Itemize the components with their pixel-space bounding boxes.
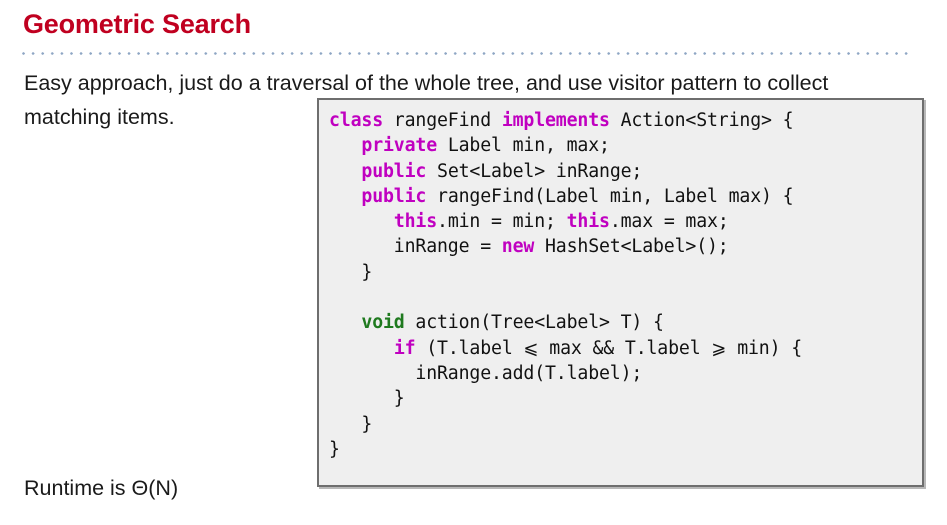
code-token: } (329, 388, 405, 410)
runtime-complexity-note: Runtime is Θ(N) (24, 476, 179, 500)
title-divider (22, 52, 910, 55)
code-token: public (361, 185, 427, 207)
code-token: Action<String> { (609, 110, 794, 131)
code-token: (T.label ⩽ max && T.label ⩾ min) { (415, 337, 802, 359)
code-block: class rangeFind implements Action<String… (317, 98, 924, 487)
code-token: class (329, 110, 383, 131)
code-token: this (393, 211, 438, 233)
code-token: this (566, 211, 610, 233)
code-token: action(Tree<Label> T) { (404, 312, 664, 334)
code-token: .max = max; (609, 211, 729, 233)
code-token: } (329, 413, 373, 435)
code-token: HashSet<Label>(); (534, 236, 729, 258)
code-token: Label min, max; (437, 135, 610, 157)
page-title: Geometric Search (23, 9, 251, 39)
code-token: Set<Label> inRange; (426, 160, 643, 182)
code-token: rangeFind(Label min, Label max) { (426, 185, 794, 207)
slide-canvas: { "slide": { "title": "Geometric Search"… (0, 0, 947, 525)
code-token: } (329, 261, 373, 283)
code-token: inRange.add(T.label); (329, 362, 643, 384)
code-listing: class rangeFind implements Action<String… (329, 108, 802, 462)
code-token: new (501, 236, 535, 258)
code-token: implements (501, 110, 610, 131)
code-token: private (361, 135, 438, 157)
code-token: void (361, 312, 405, 334)
code-token: .min = min; (437, 211, 567, 233)
code-token: } (329, 438, 340, 460)
code-token: public (361, 160, 427, 182)
code-token: inRange = (329, 236, 502, 258)
code-token: rangeFind (383, 110, 502, 131)
code-token: if (393, 337, 416, 359)
